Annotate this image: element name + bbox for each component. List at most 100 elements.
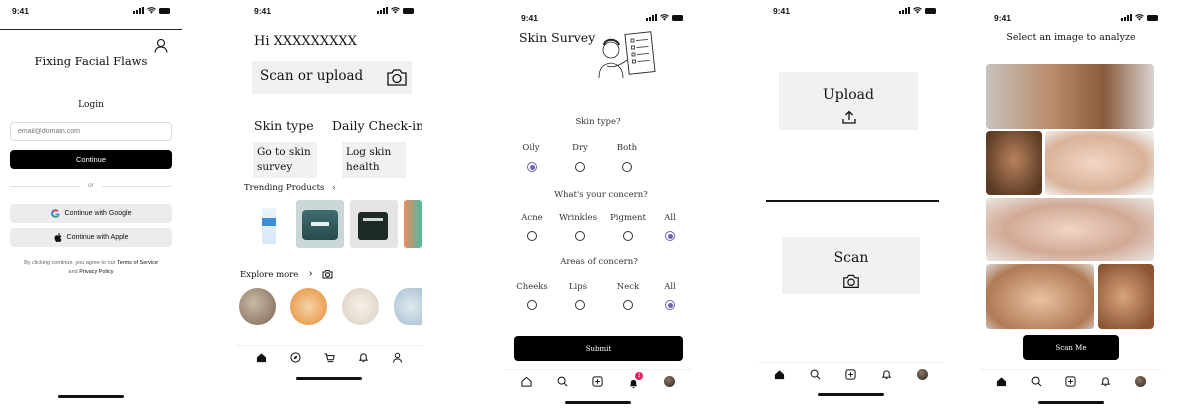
status-icons	[646, 14, 683, 21]
home-icon[interactable]	[521, 376, 532, 387]
nav-divider	[980, 369, 1162, 370]
apple-icon	[54, 233, 62, 242]
home-icon[interactable]	[256, 352, 267, 363]
status-time: 9:41	[254, 6, 272, 16]
explore-item[interactable]	[394, 288, 422, 325]
search-icon[interactable]	[810, 369, 821, 380]
section-divider	[766, 200, 939, 202]
radio-acne[interactable]	[527, 231, 537, 241]
home-icon[interactable]	[774, 369, 785, 380]
radio-all-concern[interactable]	[665, 231, 675, 241]
option-label: Acne	[521, 213, 543, 223]
app-title: Fixing Facial Flaws	[34, 54, 148, 68]
status-icons	[133, 7, 170, 14]
bell-icon[interactable]	[1100, 376, 1111, 387]
compass-icon[interactable]	[289, 351, 301, 363]
notifications-tab[interactable]: 1	[628, 371, 644, 388]
add-icon[interactable]	[845, 368, 857, 380]
home-icon[interactable]	[996, 376, 1007, 387]
radio-all-areas[interactable]	[665, 300, 675, 310]
trending-products-label[interactable]: Trending Products ›	[244, 183, 335, 193]
terms-link[interactable]: Terms of Service	[117, 260, 158, 266]
radio-lips[interactable]	[575, 300, 585, 310]
cart-icon[interactable]	[323, 352, 335, 363]
add-icon[interactable]	[592, 375, 604, 387]
radio-wrinkles[interactable]	[575, 231, 585, 241]
battery-icon	[403, 7, 414, 14]
face-image-6[interactable]	[1098, 264, 1154, 329]
face-image-2[interactable]	[986, 131, 1042, 195]
product-card[interactable]	[404, 200, 422, 248]
avatar[interactable]	[916, 368, 928, 380]
explore-item[interactable]	[239, 288, 276, 325]
avatar[interactable]	[1135, 375, 1147, 387]
option-label: All	[664, 213, 676, 223]
bell-icon[interactable]	[881, 369, 892, 380]
explore-more-label[interactable]: Explore more	[240, 270, 298, 280]
product-card[interactable]	[296, 200, 344, 248]
skin-survey-button[interactable]: Go to skin survey	[253, 142, 317, 178]
chevron-right-icon[interactable]: ›	[309, 268, 312, 279]
battery-icon	[672, 14, 683, 21]
question-skin-type: Skin type?	[575, 117, 621, 127]
user-icon[interactable]	[392, 352, 403, 363]
home-indicator	[296, 377, 362, 380]
camera-icon[interactable]	[322, 269, 333, 279]
explore-item[interactable]	[342, 288, 379, 325]
scan-upload-card[interactable]: Scan or upload	[252, 61, 412, 94]
radio-neck[interactable]	[623, 300, 633, 310]
apple-signin-button[interactable]: Continue with Apple	[10, 228, 172, 247]
question-areas: Areas of concern?	[560, 257, 638, 267]
signal-icon	[133, 7, 144, 14]
nav-divider	[505, 369, 691, 370]
status-bar: 9:41	[0, 6, 182, 18]
google-signin-button[interactable]: Continue with Google	[10, 204, 172, 223]
select-title: Select an image to analyze	[1006, 32, 1136, 43]
face-image-3[interactable]	[1045, 131, 1154, 195]
or-label: or	[88, 182, 94, 189]
face-image-1[interactable]	[986, 64, 1154, 129]
radio-oily[interactable]	[527, 162, 537, 172]
profile-icon[interactable]	[154, 38, 168, 53]
submit-button[interactable]: Submit	[514, 336, 683, 361]
search-icon[interactable]	[557, 376, 568, 387]
bell-icon[interactable]	[358, 352, 369, 363]
search-icon[interactable]	[1031, 376, 1042, 387]
add-icon[interactable]	[1065, 375, 1077, 387]
chevron-right-icon: ›	[332, 183, 336, 193]
nav-divider	[236, 345, 422, 346]
face-image-5[interactable]	[986, 264, 1094, 329]
upload-card[interactable]: Upload	[779, 72, 918, 130]
status-time: 9:41	[521, 13, 539, 23]
option-label: Cheeks	[516, 282, 548, 292]
explore-item[interactable]	[290, 288, 327, 325]
privacy-link[interactable]: Privacy Policy	[79, 269, 113, 275]
checkin-heading: Daily Check-in	[332, 118, 422, 133]
product-card[interactable]	[350, 200, 398, 248]
login-heading: Login	[78, 100, 104, 110]
scan-card[interactable]: Scan	[782, 237, 920, 294]
signal-icon	[377, 7, 388, 14]
option-label: Lips	[568, 282, 588, 292]
serum-bottle-image	[262, 208, 276, 244]
google-icon	[50, 209, 60, 218]
email-input[interactable]	[10, 122, 172, 141]
option-label: All	[664, 282, 676, 292]
bottom-nav	[980, 371, 1162, 391]
status-bar: 9:41	[980, 13, 1162, 25]
option-label: Pigment	[610, 213, 646, 223]
radio-both[interactable]	[622, 162, 632, 172]
wifi-icon	[391, 7, 400, 14]
face-image-4[interactable]	[986, 198, 1154, 261]
jar-image	[302, 210, 338, 240]
radio-dry[interactable]	[575, 162, 585, 172]
avatar[interactable]	[663, 375, 675, 387]
option-label: Both	[616, 143, 638, 153]
product-card[interactable]	[250, 202, 290, 248]
option-label: Wrinkles	[559, 213, 597, 223]
continue-button[interactable]: Continue	[10, 150, 172, 169]
scan-me-button[interactable]: Scan Me	[1023, 335, 1119, 360]
log-skin-health-button[interactable]: Log skin health	[342, 142, 406, 178]
radio-pigment[interactable]	[623, 231, 633, 241]
radio-cheeks[interactable]	[527, 300, 537, 310]
